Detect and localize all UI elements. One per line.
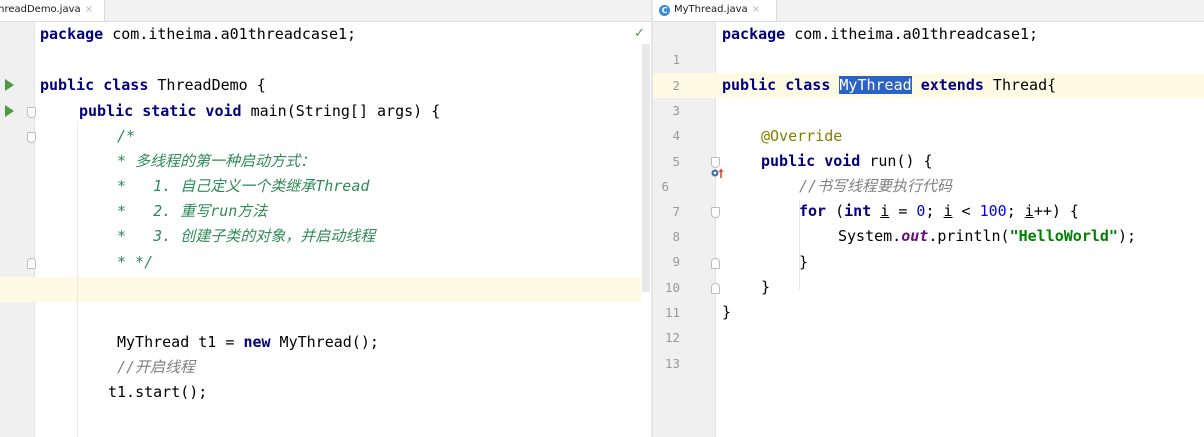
code-line: * 2. 重写run方法 xyxy=(117,202,268,220)
code-line: 4 xyxy=(653,98,1204,143)
fold-icon[interactable] xyxy=(711,258,720,269)
code-line: * */ xyxy=(0,250,651,275)
code-line: 13 xyxy=(653,326,1204,371)
code-line: 9 System.out.println("HelloWorld"); xyxy=(653,224,1204,269)
tab-threaddemo-label: ThreadDemo.java xyxy=(0,4,81,15)
code-line: * 3. 创建子类的对象，并启动线程 xyxy=(117,227,376,245)
class-file-icon: C xyxy=(659,5,670,16)
tab-mythread-label: MyThread.java xyxy=(674,4,748,15)
code-line: package com.itheima.a01threadcase1; xyxy=(40,25,357,43)
run-gutter-icon[interactable] xyxy=(5,79,14,91)
tab-mythread[interactable]: C MyThread.java × xyxy=(653,0,777,21)
fold-icon[interactable] xyxy=(27,132,36,143)
left-tab-bar: ThreadDemo.java × xyxy=(0,0,651,22)
fold-icon[interactable] xyxy=(27,258,36,269)
fold-icon[interactable] xyxy=(27,107,36,118)
code-line: public class ThreadDemo { xyxy=(0,73,651,98)
left-editor-pane: ThreadDemo.java × ✓ package com.itheima.a… xyxy=(0,0,651,437)
left-code-area[interactable]: package com.itheima.a01threadcase1; publ… xyxy=(0,22,651,437)
code-line: //开启线程 xyxy=(117,358,196,376)
close-icon[interactable]: × xyxy=(752,4,760,15)
fold-icon[interactable] xyxy=(711,207,720,218)
code-line: 7 //书写线程要执行代码 xyxy=(653,174,1204,219)
code-line: 5 @Override xyxy=(653,124,1204,169)
code-line: 12 } xyxy=(653,300,1204,345)
code-line: 1 package com.itheima.a01threadcase1; xyxy=(653,22,1204,67)
code-line: 2 xyxy=(653,48,1204,93)
right-code-area[interactable]: 1 package com.itheima.a01threadcase1; 2 … xyxy=(653,22,1204,437)
right-tab-bar: C MyThread.java × xyxy=(653,0,1204,22)
code-line: * 1. 自己定义一个类继承Thread xyxy=(117,177,370,195)
code-line: 8 for (int i = 0; i < 100; i++) { xyxy=(653,199,1204,244)
fold-icon[interactable] xyxy=(711,157,720,168)
code-line: 3 public class MyThread extends Thread{ xyxy=(653,73,1204,118)
close-icon[interactable]: × xyxy=(85,4,93,15)
line-number: 13 xyxy=(664,356,680,371)
right-editor-pane: C MyThread.java × 1 package com.itheima.a0… xyxy=(653,0,1204,437)
code-line: /* xyxy=(0,124,651,149)
code-line: * 多线程的第一种启动方式： xyxy=(117,152,316,170)
code-line: 11 } xyxy=(653,275,1204,320)
code-line: MyThread t1 = new MyThread(); xyxy=(117,333,379,351)
fold-icon[interactable] xyxy=(711,283,720,294)
tab-threaddemo[interactable]: ThreadDemo.java × xyxy=(0,0,105,21)
code-line: 6 public void run() { xyxy=(653,149,1204,194)
current-line-highlight xyxy=(0,277,641,302)
run-gutter-icon[interactable] xyxy=(5,105,14,117)
code-line: t1.start(); xyxy=(108,383,208,401)
code-line: public static void main(String[] args) { xyxy=(0,99,651,124)
code-line: 10 } xyxy=(653,250,1204,295)
